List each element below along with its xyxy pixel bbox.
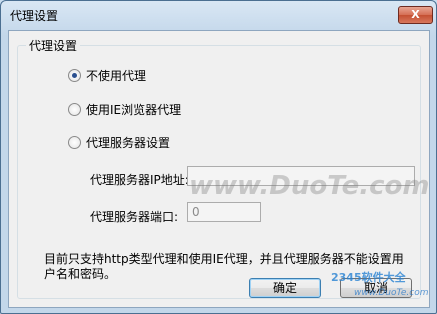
radio-label-custom-proxy: 代理服务器设置 (86, 135, 171, 150)
watermark-logo: 2345软件大全 (331, 271, 406, 284)
close-icon: X (411, 8, 420, 21)
proxy-settings-window: 代理设置 X 代理设置 不使用代理 使用IE浏览器代理 代理服务器设置 代理服务… (0, 0, 437, 314)
group-label: 代理设置 (26, 37, 81, 54)
radio-no-proxy[interactable]: 不使用代理 (68, 67, 146, 83)
dialog-body: 代理设置 不使用代理 使用IE浏览器代理 代理服务器设置 代理服务器IP地址: … (8, 30, 430, 308)
radio-ie-proxy[interactable]: 使用IE浏览器代理 (68, 101, 181, 117)
radio-label-ie-proxy: 使用IE浏览器代理 (86, 102, 182, 117)
address-label: 代理服务器IP地址: (90, 173, 189, 187)
watermark-logo-url: www.DuoTe.com (354, 288, 429, 298)
window-title: 代理设置 (10, 9, 59, 23)
port-label: 代理服务器端口: (90, 210, 179, 224)
radio-icon[interactable] (68, 102, 81, 116)
port-input[interactable]: 0 (187, 202, 261, 222)
ok-button[interactable]: 确定 (249, 278, 321, 298)
radio-label-no-proxy: 不使用代理 (86, 68, 147, 83)
radio-icon-checked[interactable] (68, 68, 81, 82)
radio-icon[interactable] (68, 135, 81, 149)
close-button[interactable]: X (398, 6, 433, 24)
watermark-center: www.DuoTe.com (189, 171, 430, 201)
radio-custom-proxy[interactable]: 代理服务器设置 (68, 134, 170, 150)
title-bar[interactable]: 代理设置 X (1, 1, 436, 29)
